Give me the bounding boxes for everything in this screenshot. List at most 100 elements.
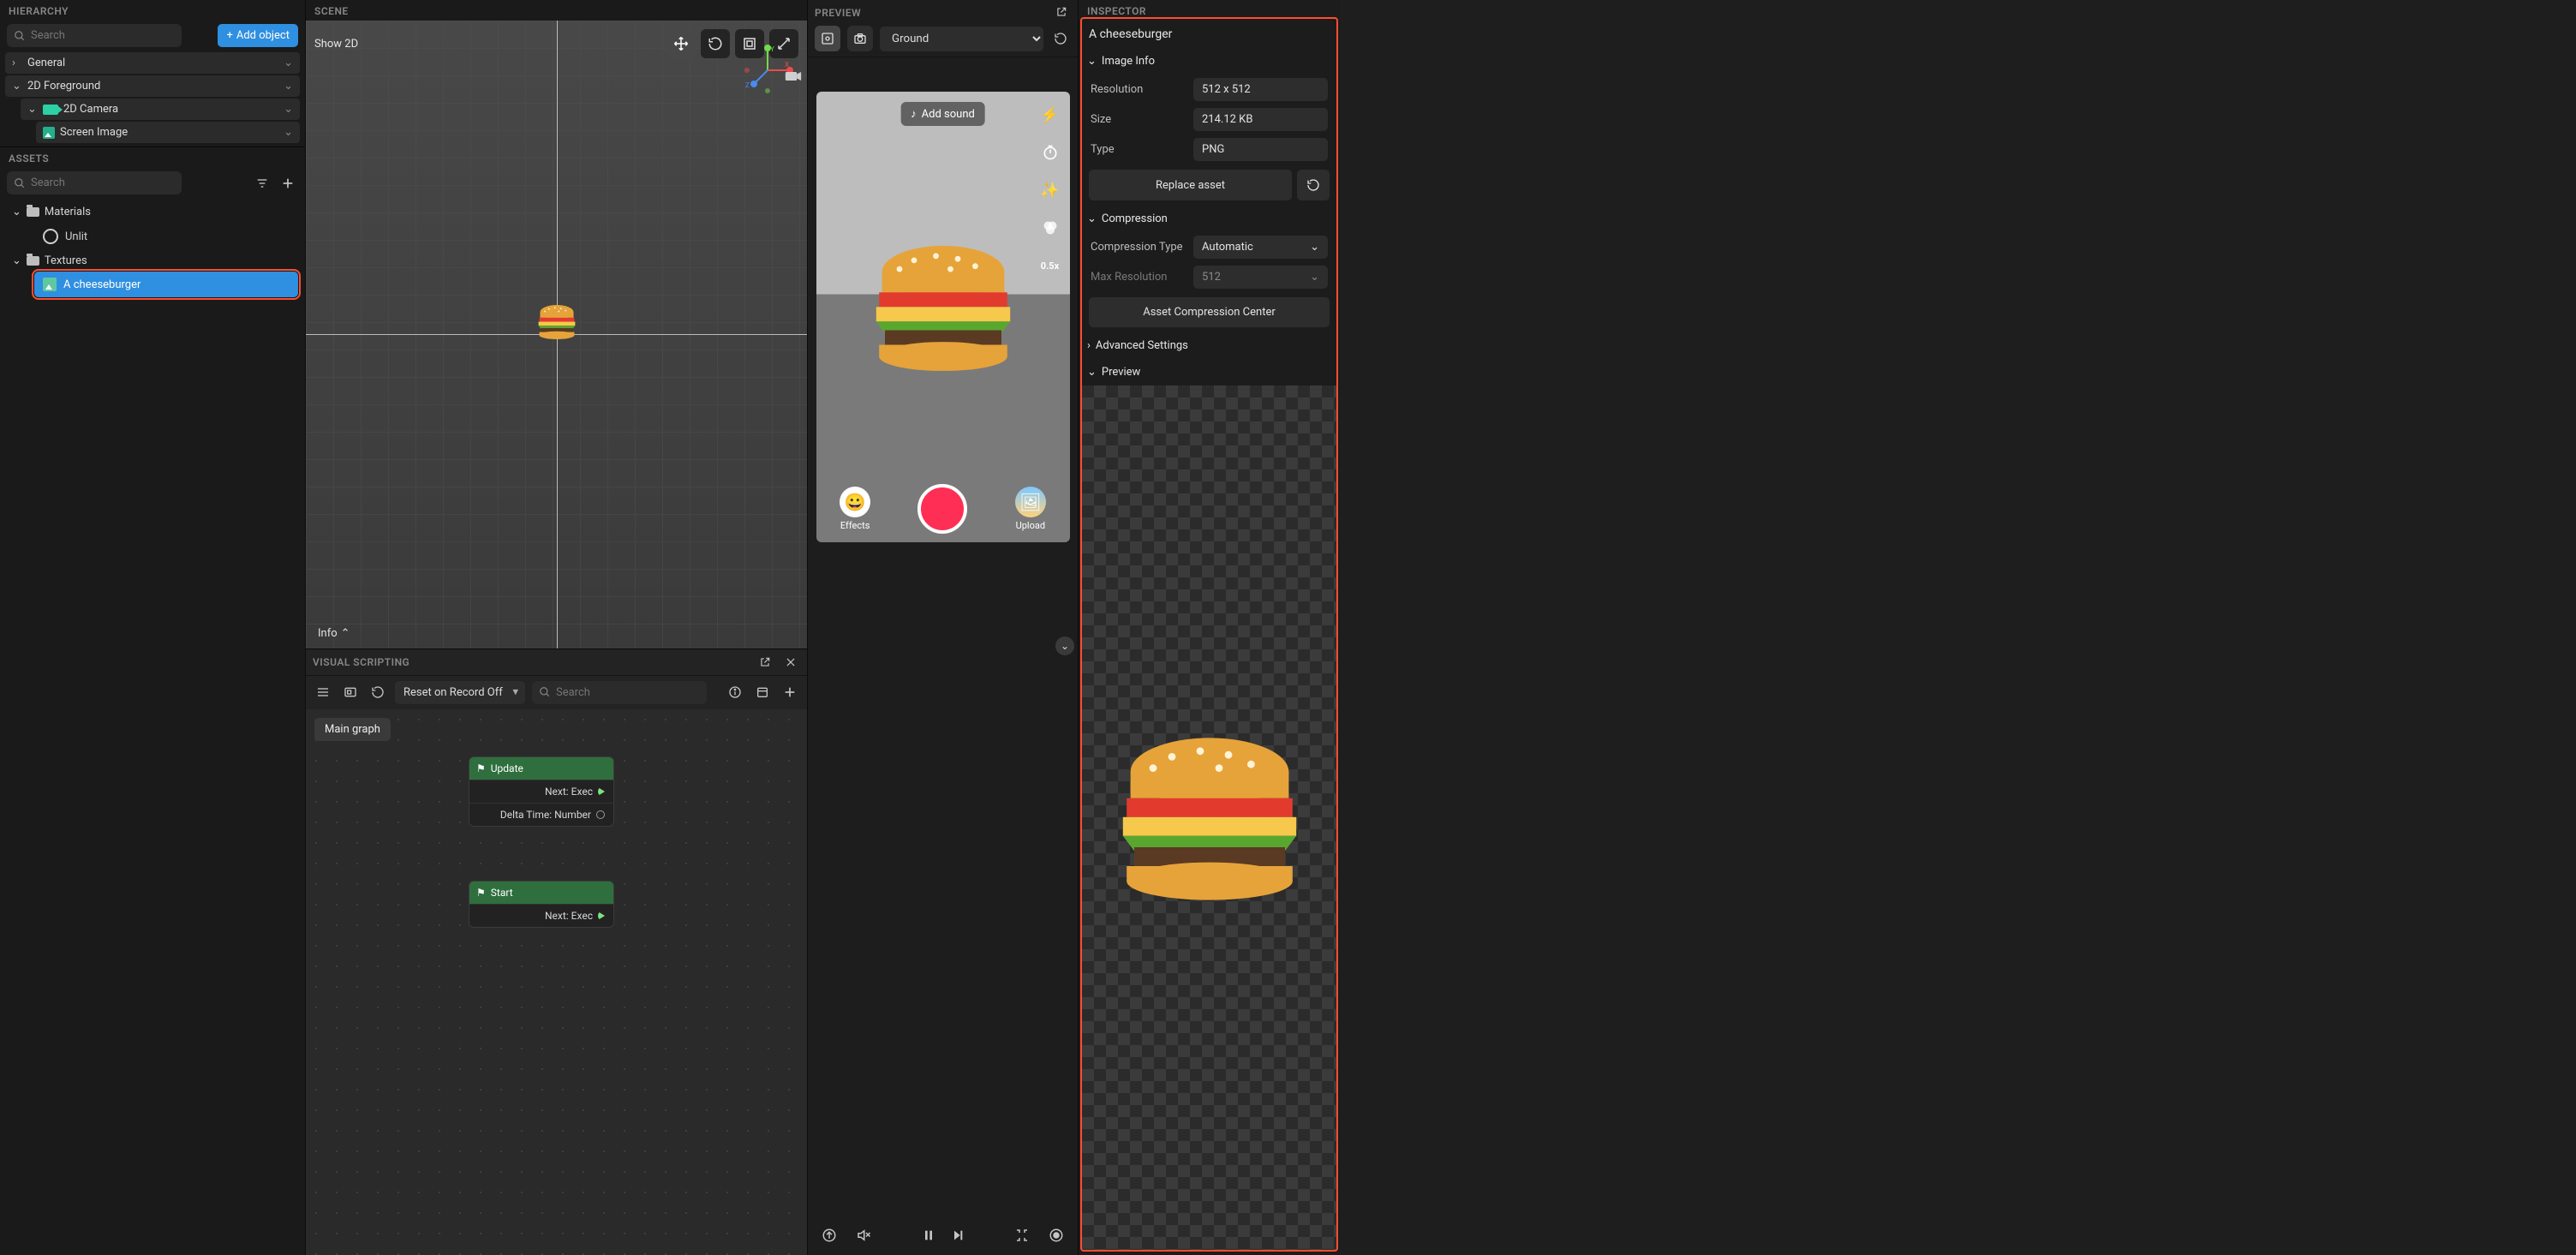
node-start[interactable]: ⚑Start Next: Exec	[469, 881, 614, 928]
scene-camera-icon[interactable]	[785, 70, 802, 82]
refresh-asset-icon[interactable]	[1297, 170, 1330, 200]
svg-text:X: X	[785, 61, 789, 69]
filters-icon[interactable]	[1037, 215, 1063, 241]
record-icon[interactable]	[1045, 1224, 1067, 1246]
hierarchy-item-general[interactable]: › General ⌄	[5, 52, 300, 74]
preview-mode-camera[interactable]	[847, 26, 873, 51]
hierarchy-search-input[interactable]	[7, 24, 182, 47]
chevron-down-icon: ⌄	[12, 206, 21, 218]
add-asset-button[interactable]	[278, 173, 298, 194]
compression-type-select[interactable]: Automatic ⌄	[1193, 236, 1328, 259]
asset-item-unlit[interactable]: Unlit	[34, 223, 298, 250]
asset-folder-textures[interactable]: ⌄ Textures	[7, 250, 298, 272]
plus-icon: +	[226, 29, 232, 42]
vs-search-input[interactable]	[532, 681, 707, 704]
pause-icon[interactable]	[918, 1225, 939, 1246]
close-icon[interactable]	[781, 653, 800, 672]
scene-object-burger[interactable]	[536, 305, 577, 339]
upload-button[interactable]: 🖼 Upload	[1015, 487, 1046, 531]
chevron-down-icon: ⌄	[27, 103, 38, 116]
preview-environment-select[interactable]: Ground	[880, 27, 1043, 51]
crop-icon[interactable]	[1011, 1224, 1033, 1246]
popout-icon[interactable]	[756, 653, 774, 672]
chevron-down-icon[interactable]: ⌄	[284, 80, 293, 93]
music-note-icon: ♪	[911, 107, 917, 121]
rotate-tool[interactable]	[701, 29, 730, 58]
chevron-down-icon: ⌄	[12, 254, 21, 267]
menu-icon[interactable]	[313, 682, 333, 702]
hierarchy-item-2d-camera[interactable]: ⌄ 2D Camera ⌄	[21, 99, 300, 120]
section-title: Preview	[1102, 366, 1140, 379]
scroll-down-icon[interactable]: ⌄	[1055, 636, 1074, 655]
number-port-icon[interactable]	[596, 810, 605, 819]
magic-wand-icon[interactable]: ✨	[1037, 177, 1063, 203]
asset-item-label: Unlit	[65, 230, 87, 243]
shutter-button[interactable]	[917, 484, 967, 534]
chevron-down-icon[interactable]: ⌄	[284, 126, 293, 139]
chevron-down-icon[interactable]: ⌄	[284, 103, 293, 116]
inspector-asset-name[interactable]: A cheeseburger	[1079, 21, 1340, 48]
section-advanced[interactable]: › Advanced Settings	[1079, 332, 1340, 359]
size-key: Size	[1091, 113, 1185, 126]
asset-folder-materials[interactable]: ⌄ Materials	[7, 201, 298, 223]
node-port-label: Next: Exec	[545, 786, 593, 798]
size-value: 214.12 KB	[1193, 108, 1328, 131]
frame-icon[interactable]	[340, 682, 361, 702]
timer-icon[interactable]	[1037, 140, 1063, 165]
effects-button[interactable]: 😀 Effects	[840, 487, 870, 531]
chevron-down-icon[interactable]: ⌄	[284, 57, 293, 69]
add-sound-label: Add sound	[922, 108, 975, 121]
preview-mode-ar[interactable]	[815, 26, 840, 51]
search-icon	[14, 177, 26, 189]
refresh-icon[interactable]	[368, 682, 388, 702]
max-resolution-select[interactable]: 512 ⌄	[1193, 266, 1328, 289]
exec-port-icon[interactable]	[598, 911, 605, 920]
filter-icon[interactable]	[252, 173, 272, 194]
add-sound-button[interactable]: ♪ Add sound	[900, 102, 985, 126]
share-icon[interactable]	[818, 1224, 840, 1246]
info-icon[interactable]	[725, 682, 745, 702]
chevron-down-icon: ⌄	[1087, 366, 1097, 379]
vs-tab-main[interactable]: Main graph	[314, 718, 391, 741]
refresh-icon[interactable]	[1050, 28, 1071, 49]
node-port-label: Delta Time: Number	[500, 809, 591, 821]
hierarchy-item-label: 2D Foreground	[27, 80, 100, 93]
asset-item-cheeseburger[interactable]: A cheeseburger	[34, 272, 298, 297]
preview-title: PREVIEW	[815, 2, 870, 22]
hierarchy-item-screen-image[interactable]: Screen Image ⌄	[36, 122, 300, 143]
type-value: PNG	[1193, 138, 1328, 161]
section-title: Image Info	[1102, 55, 1155, 68]
folder-icon	[27, 207, 39, 217]
texture-icon	[43, 278, 57, 291]
add-node-button[interactable]	[780, 682, 800, 702]
hierarchy-item-2d-foreground[interactable]: ⌄ 2D Foreground ⌄	[5, 75, 300, 97]
assets-search-input[interactable]	[7, 171, 182, 194]
section-compression[interactable]: ⌄ Compression	[1079, 206, 1340, 232]
hierarchy-title: HIERARCHY	[0, 0, 305, 21]
flash-icon[interactable]: ⚡	[1037, 102, 1063, 128]
node-update[interactable]: ⚑Update Next: Exec Delta Time: Number	[469, 756, 614, 827]
show-2d-toggle[interactable]: Show 2D	[314, 38, 358, 51]
device-frame[interactable]: ♪ Add sound ⚡ ✨ 0.5x 😀 Effects	[816, 92, 1070, 542]
inspector-title: INSPECTOR	[1079, 0, 1340, 21]
resolution-value: 512 x 512	[1193, 78, 1328, 101]
reset-mode-select[interactable]: Reset on Record Off	[395, 681, 525, 704]
section-preview[interactable]: ⌄ Preview	[1079, 359, 1340, 385]
compression-center-button[interactable]: Asset Compression Center	[1089, 297, 1330, 327]
chevron-right-icon: ›	[12, 57, 22, 69]
vs-canvas[interactable]: Main graph ⚑Update Next: Exec Delta Time…	[306, 709, 807, 1255]
move-tool[interactable]	[666, 29, 696, 58]
gallery-icon: 🖼	[1015, 487, 1046, 517]
scene-viewport[interactable]: Show 2D Y X Z	[306, 21, 807, 648]
add-object-button[interactable]: + Add object	[218, 24, 298, 47]
calendar-icon[interactable]	[752, 682, 773, 702]
popout-icon[interactable]	[1052, 3, 1071, 21]
replace-asset-button[interactable]: Replace asset	[1089, 170, 1292, 200]
step-forward-icon[interactable]	[947, 1225, 968, 1246]
mute-icon[interactable]	[852, 1224, 875, 1246]
section-image-info[interactable]: ⌄ Image Info	[1079, 48, 1340, 75]
scene-info-toggle[interactable]: Info ⌃	[318, 627, 350, 640]
speed-toggle[interactable]: 0.5x	[1037, 253, 1063, 278]
search-icon	[539, 686, 551, 698]
exec-port-icon[interactable]	[598, 787, 605, 796]
